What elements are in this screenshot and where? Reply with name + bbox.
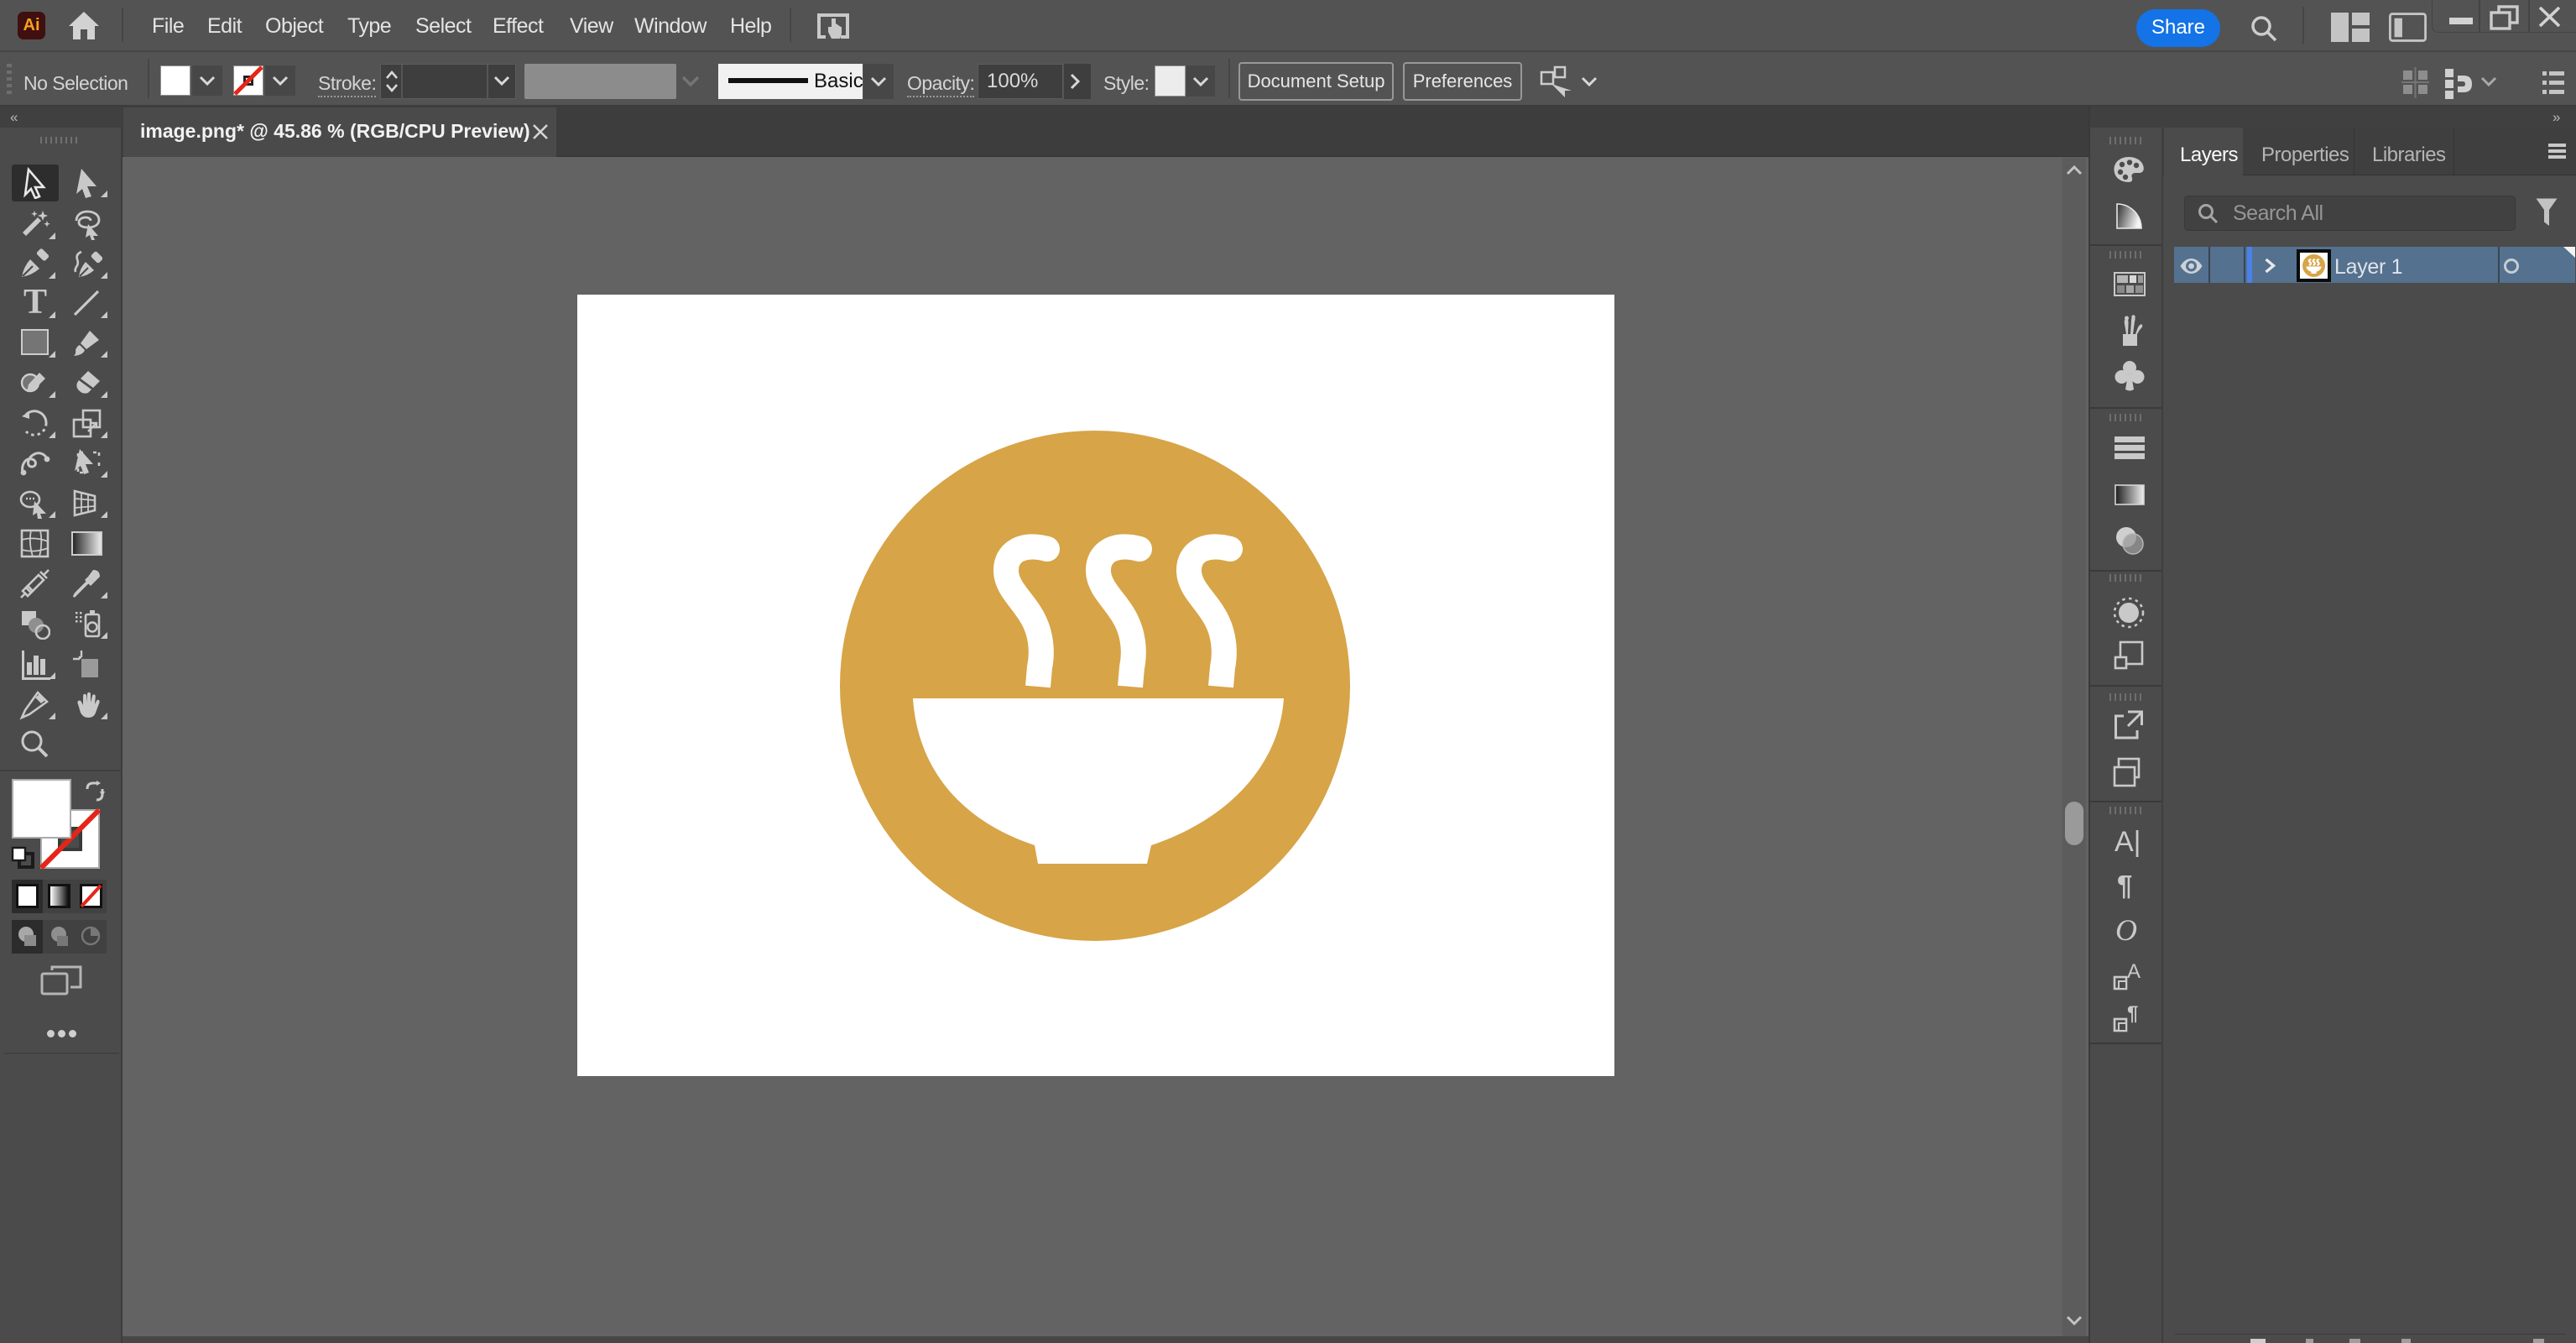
svg-text:A: A [2127,962,2141,983]
svg-text:¶: ¶ [2127,1004,2138,1025]
